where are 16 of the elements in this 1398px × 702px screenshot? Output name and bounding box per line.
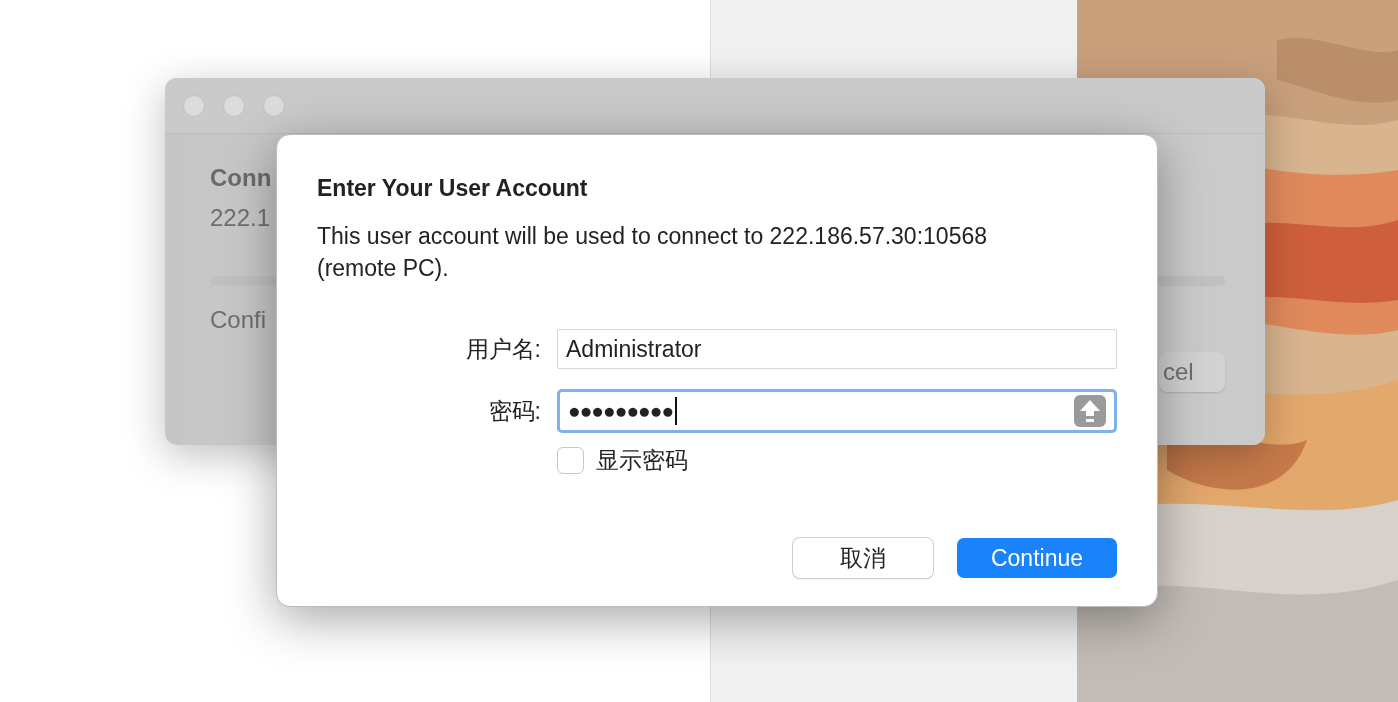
status-text: Confi [210,306,268,334]
cancel-button[interactable]: 取消 [793,538,933,578]
field-label: 用户名: [464,334,541,364]
window-control-icon[interactable] [263,94,285,117]
address-text: 222.1 [210,204,272,232]
dialog-title: Enter Your User Account [317,175,589,202]
dialog-message: This user account will be used to connect to 222.186.57.30:10568 (remote PC). [317,222,988,283]
field-label: 密码: [487,396,541,426]
checkbox-label: 显示密码 [596,446,688,475]
checkbox[interactable] [557,447,584,474]
username-field[interactable]: Administrator [557,329,1117,369]
continue-button[interactable]: Continue [957,538,1117,578]
password-field[interactable]: ●●●●●●●●● [557,389,1117,433]
window-heading: Conn [210,164,272,192]
window-control-icon[interactable] [183,94,205,117]
window-control-icon[interactable] [223,94,245,117]
